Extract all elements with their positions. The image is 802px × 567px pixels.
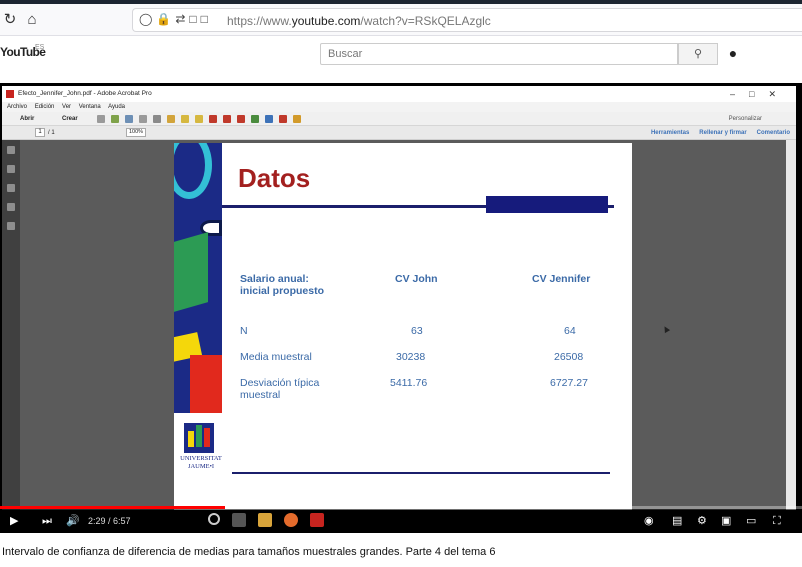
table-row-label: N (240, 325, 248, 337)
home-icon[interactable]: ⌂ (22, 10, 42, 30)
search-icon: ⚲ (693, 48, 703, 60)
table-cell-john: 30238 (396, 351, 426, 363)
table-cell-jennifer: 6727.27 (550, 377, 588, 389)
acrobat-panel-links: Herramientas Rellenar y firmar Comentari… (651, 126, 790, 140)
theater-mode-icon[interactable]: ▭ (746, 509, 756, 533)
menu-ayuda: Ayuda (108, 104, 126, 110)
pdf-slide: Datos Salario anual: inicial propuesto C… (174, 143, 632, 510)
pdf-icon (6, 90, 14, 98)
table-header-jennifer: CV Jennifer (532, 273, 591, 285)
page-total-label: / 1 (48, 130, 55, 136)
table-row-label: Media muestral (240, 351, 312, 363)
video-player[interactable]: Efecto_Jennifer_John.pdf - Adobe Acrobat… (0, 83, 802, 533)
zoom-field: 100% (126, 128, 146, 137)
reload-icon[interactable]: ↻ (0, 10, 20, 30)
window-controls-icon: –□✕ (730, 89, 790, 99)
video-time: 2:29 / 6:57 (88, 516, 131, 526)
university-logo (184, 423, 214, 453)
acrobat-customize-label: Personalizar (728, 116, 762, 122)
taskbar-icons (208, 513, 324, 527)
video-title: Intervalo de confianza de diferencia de … (2, 546, 496, 558)
menu-archivo: Archivo (7, 104, 28, 110)
menu-ver: Ver (62, 104, 72, 110)
autoplay-toggle-icon[interactable]: ◉ (644, 509, 654, 533)
pages-icon (7, 146, 15, 154)
bookmarks-icon (7, 165, 15, 173)
subtitles-icon[interactable]: ▤ (672, 509, 682, 533)
miniplayer-icon[interactable]: ▣ (721, 509, 731, 533)
acrobat-navigation-pane (2, 140, 20, 510)
player-controls: ▶ ⏭ 🔊 2:29 / 6:57 ◉ ▤ ⚙ ▣ ▭ ⛶ (0, 509, 802, 533)
volume-icon[interactable]: 🔊 (66, 509, 80, 533)
settings-gear-icon[interactable]: ⚙ (697, 509, 707, 533)
panel-comentario: Comentario (756, 130, 790, 136)
search-input[interactable]: Buscar (320, 43, 678, 65)
table-cell-john: 5411.76 (390, 377, 428, 389)
play-icon[interactable]: ▶ (10, 509, 18, 533)
menu-ventana: Ventana (78, 104, 101, 110)
title-rule-block (486, 196, 608, 213)
address-bar[interactable]: ◯🔒⇄□□ https://www.youtube.com/watch?v=RS… (132, 8, 802, 32)
panel-herramientas: Herramientas (650, 130, 690, 136)
youtube-header: YouTube ES Buscar ⚲ ● (0, 37, 802, 83)
table-cell-john: 63 (411, 325, 423, 337)
table-header-john: CV John (395, 273, 438, 285)
page-number-field: 1 (35, 128, 45, 137)
acrobat-main-toolbar: Abrir Crear Personalizar (2, 112, 796, 126)
microphone-icon[interactable]: ● (727, 44, 739, 62)
fullscreen-icon[interactable]: ⛶ (773, 509, 781, 533)
screen: ↻ ⌂ ◯🔒⇄□□ https://www.youtube.com/watch?… (0, 0, 802, 567)
table-header-label: Salario anual: inicial propuesto (240, 273, 325, 297)
table-cell-jennifer: 64 (564, 325, 576, 337)
acrobat-window: Efecto_Jennifer_John.pdf - Adobe Acrobat… (2, 86, 796, 510)
acrobat-create-label: Crear (62, 116, 78, 122)
table-row-label: Desviación típica muestral (240, 377, 320, 401)
search-button[interactable]: ⚲ (678, 43, 718, 65)
footer-rule (232, 472, 610, 474)
table-cell-jennifer: 26508 (554, 351, 584, 363)
acrobat-open-label: Abrir (20, 116, 35, 122)
university-logo-text: UNIVERSITAT JAUME•I (180, 455, 222, 470)
acrobat-menu-bar: Archivo Edición Ver Ventana Ayuda (2, 102, 796, 112)
acrobat-scrollbar (786, 140, 796, 510)
acrobat-page-toolbar: 1 / 1 100% Herramientas Rellenar y firma… (2, 126, 796, 140)
panel-rellenar-firmar: Rellenar y firmar (699, 130, 747, 136)
acrobat-window-title: Efecto_Jennifer_John.pdf - Adobe Acrobat… (18, 90, 152, 97)
attachments-icon (7, 222, 15, 230)
layers-icon (7, 203, 15, 211)
slide-title: Datos (238, 163, 311, 193)
acrobat-tool-icons (97, 115, 301, 123)
browser-nav-bar: ↻ ⌂ ◯🔒⇄□□ https://www.youtube.com/watch?… (0, 4, 802, 36)
url-text: https://www.youtube.com/watch?v=RSkQELAz… (227, 14, 491, 28)
site-permission-icons[interactable]: ◯🔒⇄□□ (139, 12, 212, 26)
slide-decorative-art (174, 143, 222, 413)
region-badge: ES (35, 44, 45, 51)
acrobat-title-bar: Efecto_Jennifer_John.pdf - Adobe Acrobat… (2, 86, 796, 102)
signature-icon (7, 184, 15, 192)
next-icon[interactable]: ⏭ (42, 509, 52, 533)
menu-edicion: Edición (34, 104, 55, 110)
